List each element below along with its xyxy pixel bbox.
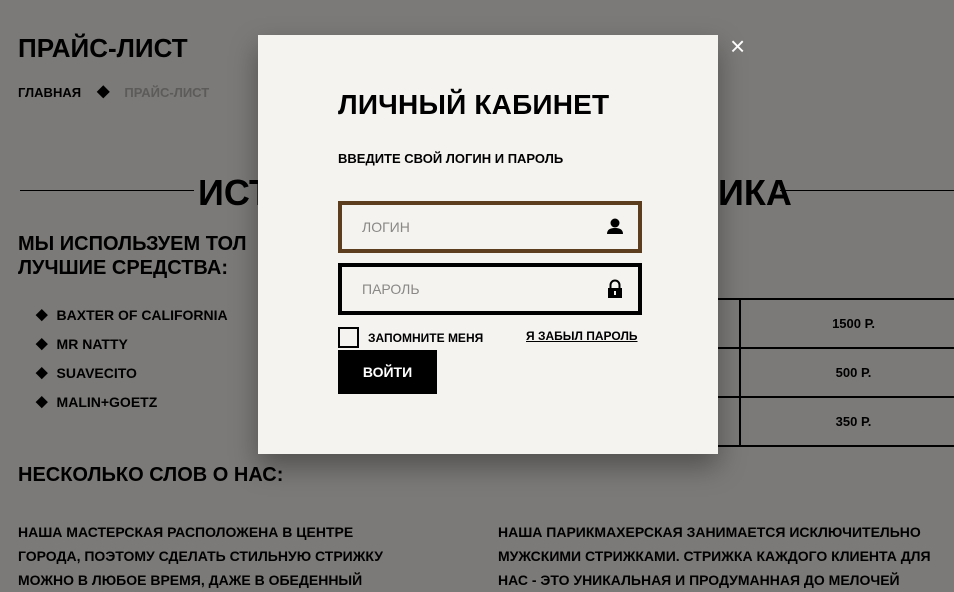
products-title: МЫ ИСПОЛЬЗУЕМ ТОЛ ЛУЧШИЕ СРЕДСТВА: [18,232,247,280]
about-text-left: НАША МАСТЕРСКАЯ РАСПОЛОЖЕНА В ЦЕНТРЕ ГОР… [18,520,458,592]
page-title: ПРАЙС-ЛИСТ [18,33,188,63]
products-title-line2: ЛУЧШИЕ СРЕДСТВА: [18,257,228,279]
list-item: ◆ SUAVECITO [36,358,228,387]
list-item: ◆ MALIN+GOETZ [36,387,228,416]
brand-name: MR NATTY [56,335,128,352]
remember-label: ЗАПОМНИТЕ МЕНЯ [368,330,484,345]
heading-divider-left [20,190,194,191]
breadcrumb-current: ПРАЙС-ЛИСТ [124,84,210,100]
forgot-password-link[interactable]: Я ЗАБЫЛ ПАРОЛЬ [526,329,638,343]
heading-divider-right [780,190,954,191]
table-row: 1500 Р. [718,298,954,349]
lock-icon [608,279,622,298]
brand-name: SUAVECITO [56,364,137,381]
modal-title: ЛИЧНЫЙ КАБИНЕТ [338,89,610,120]
close-icon[interactable]: × [730,33,745,59]
password-field-wrapper [338,263,642,315]
price-cell: 350 Р. [739,396,954,447]
brand-list: ◆ BAXTER OF CALIFORNIA ◆ MR NATTY ◆ SUAVECI… [36,300,228,416]
price-cell: 500 Р. [739,347,954,398]
brand-name: BAXTER OF CALIFORNIA [56,306,228,323]
section-heading-right: ИКА [718,172,792,213]
diamond-bullet-icon: ◆ [36,306,48,323]
price-cell: 1500 Р. [739,298,954,349]
login-button[interactable]: ВОЙТИ [338,350,437,394]
about-line: ГОРОДА, ПОЭТОМУ СДЕЛАТЬ СТИЛЬНУЮ СТРИЖКУ [18,548,383,564]
remember-me[interactable]: ЗАПОМНИТЕ МЕНЯ [338,327,483,348]
remember-checkbox[interactable] [338,327,359,348]
about-line: НАС - ЭТО УНИКАЛЬНАЯ И ПРОДУМАННАЯ ДО МЕ… [498,572,900,588]
login-field-wrapper [338,201,642,253]
user-icon [607,218,623,234]
modal-subtitle: ВВЕДИТЕ СВОЙ ЛОГИН И ПАРОЛЬ [338,151,564,166]
about-title: НЕСКОЛЬКО СЛОВ О НАС: [18,464,284,486]
login-modal: ЛИЧНЫЙ КАБИНЕТ ВВЕДИТЕ СВОЙ ЛОГИН И ПАРО… [258,35,718,454]
breadcrumb-home-link[interactable]: ГЛАВНАЯ [18,85,81,100]
table-row: 500 Р. [718,347,954,398]
about-text-right: НАША ПАРИКМАХЕРСКАЯ ЗАНИМАЕТСЯ ИСКЛЮЧИТЕ… [498,520,948,592]
breadcrumb: ГЛАВНАЯ ◆ ПРАЙС-ЛИСТ [18,84,209,100]
diamond-bullet-icon: ◆ [36,393,48,410]
diamond-bullet-icon: ◆ [36,364,48,381]
list-item: ◆ MR NATTY [36,329,228,358]
list-item: ◆ BAXTER OF CALIFORNIA [36,300,228,329]
about-line: НАША ПАРИКМАХЕРСКАЯ ЗАНИМАЕТСЯ ИСКЛЮЧИТЕ… [498,524,921,540]
products-title-line1: МЫ ИСПОЛЬЗУЕМ ТОЛ [18,233,247,255]
login-input[interactable] [342,219,592,235]
price-table: 1500 Р. 500 Р. 350 Р. [718,298,954,447]
password-input[interactable] [342,281,592,297]
table-row: 350 Р. [718,396,954,447]
about-line: НАША МАСТЕРСКАЯ РАСПОЛОЖЕНА В ЦЕНТРЕ [18,524,354,540]
about-line: МУЖСКИМИ СТРИЖКАМИ. СТРИЖКА КАЖДОГО КЛИЕ… [498,548,931,564]
diamond-separator-icon: ◆ [97,83,110,100]
about-line: МОЖНО В ЛЮБОЕ ВРЕМЯ, ДАЖЕ В ОБЕДЕННЫЙ [18,572,363,588]
diamond-bullet-icon: ◆ [36,335,48,352]
brand-name: MALIN+GOETZ [56,393,158,410]
